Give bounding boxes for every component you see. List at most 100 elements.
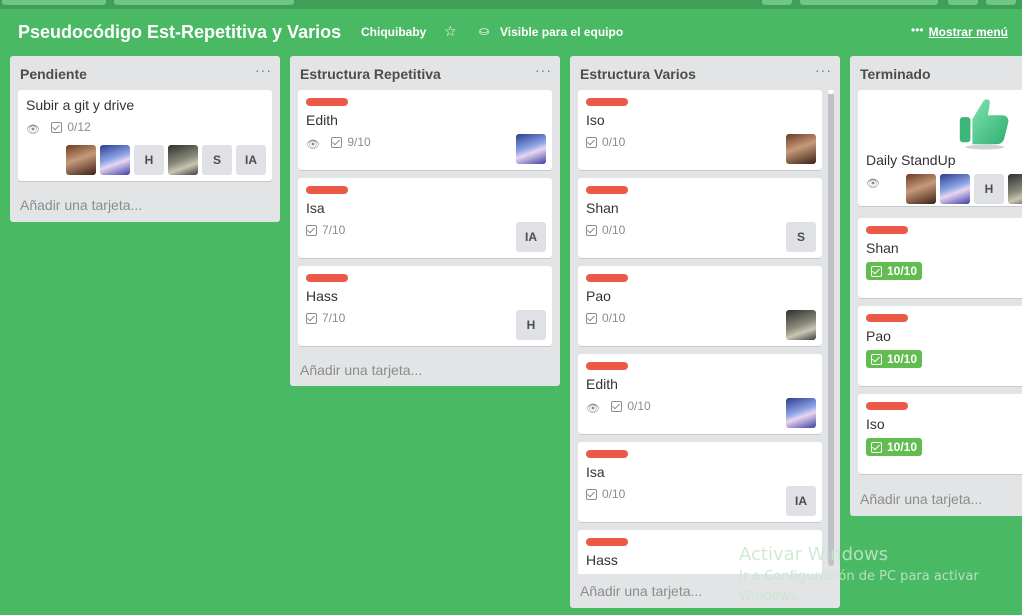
top-bar-profile[interactable] [800,0,938,5]
list-title[interactable]: Estructura Repetitiva [300,66,441,82]
more-icon[interactable]: ··· [255,62,272,78]
card-label-red[interactable] [866,402,908,410]
card-members: S [786,222,816,252]
checklist-badge: 0/10 [586,311,625,325]
card[interactable]: Shan 10/10 [858,218,1022,298]
card-label-red[interactable] [866,226,908,234]
avatar[interactable]: H [516,310,546,340]
list-title[interactable]: Pendiente [20,66,87,82]
avatar[interactable] [786,134,816,164]
list-terminado: Terminado Daily StandUp 👁 H Shan 10/10 P… [850,56,1022,516]
checklist-icon [871,353,882,365]
card-label-red[interactable] [586,274,628,282]
card-members [786,398,816,428]
card-title: Shan [586,200,619,216]
card[interactable]: Edith 👁 9/10 [298,90,552,170]
avatar[interactable]: S [786,222,816,252]
team-name[interactable]: Chiquibaby [361,25,426,39]
card[interactable]: Pao 0/10 [578,266,822,346]
card[interactable]: Edith 👁 0/10 [578,354,822,434]
show-menu-link[interactable]: Mostrar menú [929,25,1008,39]
avatar[interactable] [100,145,130,175]
checklist-badge: 9/10 [331,135,371,149]
avatar[interactable] [516,134,546,164]
card[interactable]: Subir a git y drive 👁 0/12 H S IA [18,90,272,181]
avatar[interactable] [786,398,816,428]
add-card-link[interactable]: Añadir una tarjeta... [580,583,702,599]
card-members: IA [786,486,816,516]
list-header: Pendiente ··· [10,56,280,90]
card-title: Isa [306,200,325,216]
checklist-badge: 0/10 [586,135,625,149]
more-icon[interactable]: ··· [535,62,552,78]
add-card-link[interactable]: Añadir una tarjeta... [300,362,422,378]
card-title: Edith [586,376,618,392]
card-label-red[interactable] [586,450,628,458]
checklist-badge: 0/10 [611,399,651,413]
card-title: Hass [586,552,618,568]
checklist-badge: 7/10 [306,223,345,237]
card-title: Iso [586,112,605,128]
card[interactable]: Isa 7/10 IA [298,178,552,258]
windows-activation-watermark: Activar Windows Ir a Configuración de PC… [739,544,999,607]
team-icon: ⛀ [479,24,490,38]
list-estructura-repetitiva: Estructura Repetitiva ··· Edith 👁 9/10 I… [290,56,560,386]
card-badges: 7/10 [306,223,353,239]
avatar[interactable]: H [134,145,164,175]
card[interactable]: Hass 7/10 H [298,266,552,346]
avatar[interactable] [940,174,970,204]
board-title[interactable]: Pseudocódigo Est-Repetitiva y Varios [18,22,341,43]
list-header: Terminado [850,56,1022,90]
avatar[interactable] [1008,174,1022,204]
checklist-complete-badge: 10/10 [866,350,923,368]
top-bar-button[interactable] [2,0,106,5]
card-label-red[interactable] [586,98,628,106]
watermark-title: Activar Windows [739,544,889,565]
card[interactable]: Shan 0/10 S [578,178,822,258]
add-card-link[interactable]: Añadir una tarjeta... [20,197,142,213]
top-bar-button[interactable] [762,0,792,5]
eye-icon: 👁 [26,123,40,136]
visibility-button[interactable]: Visible para el equipo [500,25,623,39]
top-bar-button[interactable] [948,0,978,5]
card[interactable]: Pao 10/10 [858,306,1022,386]
board-header: Pseudocódigo Est-Repetitiva y Varios Chi… [0,12,1022,52]
avatar[interactable]: IA [516,222,546,252]
checklist-icon [306,224,317,236]
checklist-icon [586,224,597,236]
checklist-icon [306,312,317,324]
star-icon[interactable]: ☆ [444,23,457,40]
checklist-icon [586,488,597,500]
card-label-red[interactable] [866,314,908,322]
card[interactable]: Iso 0/10 [578,90,822,170]
card-title: Pao [586,288,611,304]
card-label-red[interactable] [586,362,628,370]
avatar[interactable]: S [202,145,232,175]
avatar[interactable] [906,174,936,204]
checklist-icon [331,136,343,148]
top-bar-search[interactable] [114,0,294,5]
card[interactable]: Daily StandUp 👁 H [858,90,1022,206]
card[interactable]: Isa 0/10 IA [578,442,822,522]
thumbs-up-icon [959,99,1009,150]
avatar[interactable]: IA [236,145,266,175]
checklist-complete-badge: 10/10 [866,262,923,280]
card-label-red[interactable] [586,186,628,194]
avatar[interactable]: IA [786,486,816,516]
checklist-badge: 7/10 [306,311,345,325]
card-label-red[interactable] [306,186,348,194]
scrollbar-thumb[interactable] [828,90,834,94]
scrollbar[interactable] [828,90,834,566]
avatar[interactable] [66,145,96,175]
card-label-red[interactable] [306,98,348,106]
card-label-red[interactable] [306,274,348,282]
avatar[interactable]: H [974,174,1004,204]
top-bar-button[interactable] [986,0,1016,5]
card[interactable]: Iso 10/10 [858,394,1022,474]
list-title[interactable]: Terminado [860,66,931,82]
card-badges: 10/10 [866,262,930,280]
add-card-link[interactable]: Añadir una tarjeta... [860,491,982,507]
avatar[interactable] [168,145,198,175]
avatar[interactable] [786,310,816,340]
card-label-red[interactable] [586,538,628,546]
